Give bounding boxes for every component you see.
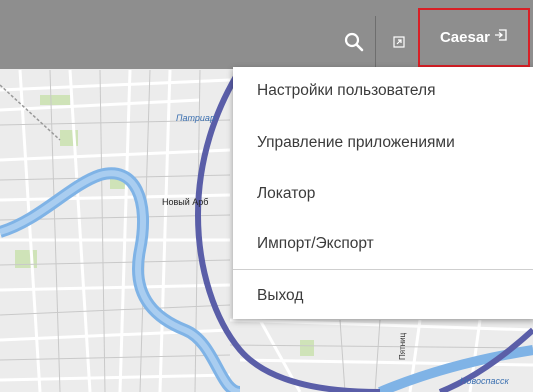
map-label-pyatnits: Пятниц xyxy=(398,332,407,360)
user-dropdown-menu: Настройки пользователя Управление прилож… xyxy=(233,67,533,319)
menu-item-locator[interactable]: Локатор xyxy=(233,170,533,218)
menu-item-label: Выход xyxy=(257,287,304,304)
map-label-arbat: Новый Арб xyxy=(162,197,209,207)
expand-button[interactable] xyxy=(382,22,416,62)
expand-icon xyxy=(393,36,405,48)
top-toolbar: Caesar xyxy=(0,0,533,69)
map-label-novosp: Новоспасск xyxy=(460,376,509,386)
user-menu-button[interactable]: Caesar xyxy=(418,8,530,67)
menu-item-label: Локатор xyxy=(257,185,316,202)
menu-item-label: Импорт/Экспорт xyxy=(257,235,374,252)
menu-item-label: Настройки пользователя xyxy=(257,82,436,99)
search-icon xyxy=(344,32,364,52)
menu-item-logout[interactable]: Выход xyxy=(233,272,533,320)
menu-item-import-export[interactable]: Импорт/Экспорт xyxy=(233,220,533,268)
search-button[interactable] xyxy=(337,22,371,62)
map-label-patriar: Патриар xyxy=(176,113,215,123)
menu-divider xyxy=(233,269,533,270)
menu-item-app-management[interactable]: Управление приложениями xyxy=(233,119,533,167)
menu-item-label: Управление приложениями xyxy=(257,134,455,151)
menu-item-user-settings[interactable]: Настройки пользователя xyxy=(233,67,533,115)
logout-icon xyxy=(494,28,508,47)
user-name: Caesar xyxy=(439,29,491,46)
toolbar-divider xyxy=(375,16,376,69)
